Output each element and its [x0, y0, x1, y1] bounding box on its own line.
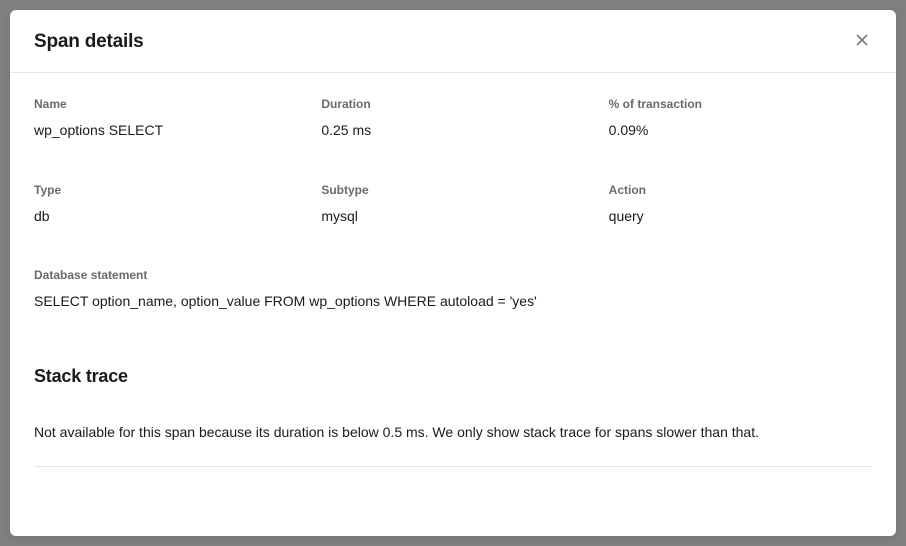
span-details-modal: Span details Name wp_options SELECT Dura…: [10, 10, 896, 536]
field-name: Name wp_options SELECT: [34, 97, 297, 141]
field-type-value: db: [34, 207, 297, 227]
field-name-label: Name: [34, 97, 297, 111]
details-grid: Name wp_options SELECT Duration 0.25 ms …: [34, 97, 872, 226]
field-duration-value: 0.25 ms: [321, 121, 584, 141]
field-pct-value: 0.09%: [609, 121, 872, 141]
modal-title: Span details: [34, 31, 144, 53]
field-subtype-value: mysql: [321, 207, 584, 227]
field-action-value: query: [609, 207, 872, 227]
field-dbstmt-value: SELECT option_name, option_value FROM wp…: [34, 292, 872, 312]
close-button[interactable]: [852, 30, 872, 54]
field-action-label: Action: [609, 183, 872, 197]
field-action: Action query: [609, 183, 872, 227]
modal-header: Span details: [10, 10, 896, 73]
field-pct: % of transaction 0.09%: [609, 97, 872, 141]
modal-body: Name wp_options SELECT Duration 0.25 ms …: [10, 73, 896, 536]
field-type-label: Type: [34, 183, 297, 197]
field-type: Type db: [34, 183, 297, 227]
field-pct-label: % of transaction: [609, 97, 872, 111]
close-icon: [856, 34, 868, 50]
divider: [34, 466, 872, 467]
field-duration-label: Duration: [321, 97, 584, 111]
field-name-value: wp_options SELECT: [34, 121, 297, 141]
field-dbstmt: Database statement SELECT option_name, o…: [34, 268, 872, 312]
field-duration: Duration 0.25 ms: [321, 97, 584, 141]
stack-trace-title: Stack trace: [34, 366, 872, 387]
field-subtype-label: Subtype: [321, 183, 584, 197]
field-subtype: Subtype mysql: [321, 183, 584, 227]
field-dbstmt-label: Database statement: [34, 268, 872, 282]
stack-trace-message: Not available for this span because its …: [34, 423, 872, 443]
